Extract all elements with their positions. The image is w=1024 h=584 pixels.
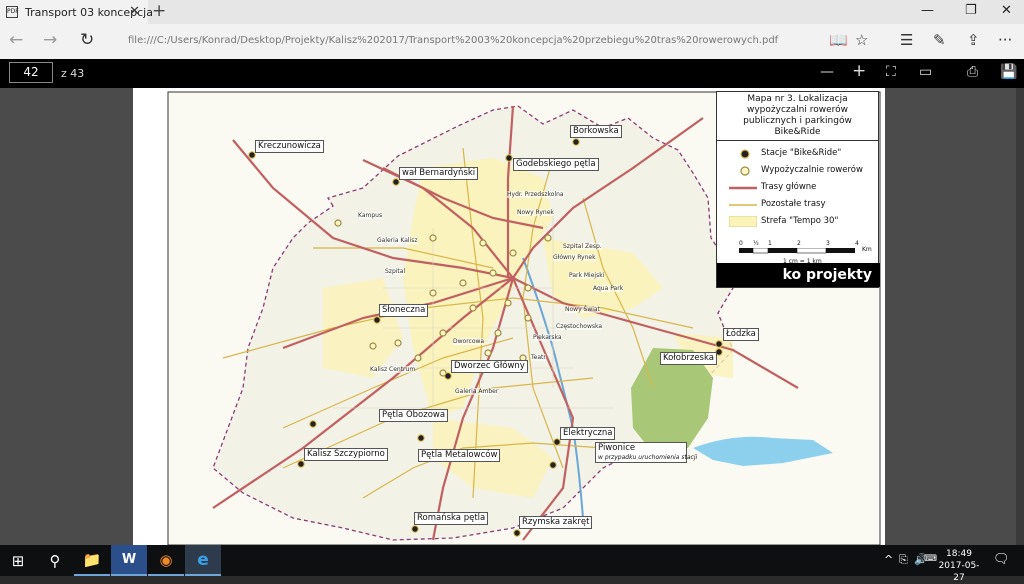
map-label-godebskiego: Godebskiego pętla [513, 158, 599, 171]
map-label-borkowska: Borkowska [570, 125, 622, 138]
map-small-label: Nowy Świat [565, 306, 600, 313]
scale-bar-graphic [739, 248, 855, 254]
hub-icon[interactable]: ☰ [900, 31, 913, 49]
minimize-button[interactable]: — [921, 3, 934, 18]
browser-tab[interactable]: PDF Transport 03 koncepcja ✕ [0, 0, 153, 24]
start-button[interactable]: ⊞ [0, 545, 36, 576]
web-note-icon[interactable]: ✎ [933, 31, 946, 49]
save-icon[interactable]: 💾 [1000, 64, 1017, 80]
tab-bar: PDF Transport 03 koncepcja ✕ + — ❐ ✕ [0, 0, 1024, 24]
clock-time: 18:49 [946, 549, 972, 559]
map-small-label: Piekarska [533, 334, 562, 341]
new-tab-button[interactable]: + [152, 1, 166, 21]
map-small-label: Park Miejski [569, 272, 605, 279]
map-label-kolobrzeska: Kołobrzeska [660, 352, 717, 365]
scale-unit: Km [862, 246, 872, 253]
map-small-label: Kampus [358, 212, 383, 219]
map-small-label: Galeria Amber [455, 388, 499, 395]
more-icon[interactable]: ··· [998, 31, 1012, 49]
firefox-icon[interactable]: ◉ [148, 545, 184, 576]
map-small-label: Nowy Rynek [517, 209, 554, 216]
scrollbar[interactable] [1016, 88, 1024, 545]
legend-item-main-routes: Trasy główne [717, 179, 878, 196]
legend-label: Wypożyczalnie rowerów [761, 165, 863, 175]
legend-item-tempo30: Strefa "Tempo 30" [717, 213, 878, 230]
legend-label: Trasy główne [761, 182, 817, 192]
restore-button[interactable]: ❐ [965, 3, 977, 18]
zoom-out-icon[interactable]: — [820, 64, 834, 80]
map-label-elektryczna: Elektryczna [560, 427, 616, 440]
piwonice-note: w przypadku uruchomienia stacji [598, 454, 698, 461]
piwonice-name: Piwonice [598, 443, 636, 453]
map-label-piwonice: Piwonice w przypadku uruchomienia stacji [595, 442, 698, 463]
taskbar: ⊞ ⚲ 📁 W ◉ e ^ ⎘ 🔊 ⌨ 18:49 2017-05-27 🗨 [0, 545, 1024, 583]
back-button[interactable]: ← [9, 30, 23, 50]
network-icon[interactable]: ⎘ [899, 553, 908, 567]
legend-item-station: Stacje "Bike&Ride" [717, 145, 878, 162]
page-layout-icon[interactable]: ▭ [919, 64, 932, 80]
map-small-label: Główny Rynek [553, 254, 596, 261]
pdf-page: Kreczunowicza Borkowska wał Bernardyński… [133, 88, 885, 545]
map-small-label: Hydr. Przedszkolna [507, 191, 564, 198]
map-small-label: Kalisz Centrum [370, 366, 416, 373]
search-icon[interactable]: ⚲ [37, 545, 73, 576]
map-label-dworzec: Dworzec Główny [451, 360, 528, 373]
brand-logo: ko projekty [717, 263, 880, 287]
forward-button[interactable]: → [43, 30, 57, 50]
main-route-symbol-icon [729, 186, 757, 190]
zoom-in-icon[interactable]: + [852, 61, 866, 81]
pdf-icon: PDF [6, 6, 19, 18]
map-small-label: Aqua Park [593, 285, 624, 292]
map-small-label: Galeria Kalisz [377, 237, 418, 244]
clock-date: 2017-05-27 [938, 561, 980, 583]
close-window-button[interactable]: ✕ [1001, 3, 1012, 18]
print-icon[interactable]: ⎙ [967, 64, 978, 80]
legend-item-other-routes: Pozostałe trasy [717, 196, 878, 213]
clock[interactable]: 18:49 2017-05-27 [936, 548, 982, 584]
map-small-label: Dworcowa [453, 338, 485, 345]
legend-title: Mapa nr 3. Lokalizacja wypożyczalni rowe… [717, 92, 878, 141]
other-route-symbol-icon [729, 204, 757, 206]
word-icon[interactable]: W [111, 545, 147, 576]
legend-label: Stacje "Bike&Ride" [761, 148, 842, 158]
favorite-icon[interactable]: ☆ [855, 31, 868, 49]
map-label-szczypiorno: Kalisz Szczypiorno [304, 448, 388, 461]
notifications-icon[interactable]: 🗨 [993, 552, 1010, 567]
map-small-label: Szpital Zesp. [563, 243, 602, 250]
rental-symbol-icon [740, 166, 750, 176]
map-label-metalowcow: Pętla Metalowców [418, 449, 501, 462]
map-small-label: Teatr [531, 354, 546, 361]
zone-symbol-icon [729, 216, 757, 227]
map-legend: Mapa nr 3. Lokalizacja wypożyczalni rowe… [716, 91, 880, 288]
map-label-rzymska: Rzymska zakręt [519, 516, 593, 529]
map-label-romanska: Romańska pętla [414, 512, 489, 525]
legend-label: Strefa "Tempo 30" [761, 216, 839, 226]
close-tab-icon[interactable]: ✕ [129, 4, 140, 19]
edge-icon[interactable]: e [185, 545, 221, 576]
page-number-input[interactable]: 42 [9, 62, 53, 83]
share-icon[interactable]: ⇪ [967, 31, 980, 49]
pdf-viewer[interactable]: Kreczunowicza Borkowska wał Bernardyński… [0, 88, 1024, 545]
map-small-label: Szpital [385, 268, 406, 275]
reading-view-icon[interactable]: 📖 [829, 31, 848, 49]
page-total: z 43 [61, 67, 85, 80]
refresh-button[interactable]: ↻ [80, 30, 94, 50]
pdf-toolbar: 42 z 43 — + ⛶ ▭ ⎙ 💾 [0, 59, 1024, 88]
map-label-sloneczna: Słoneczna [379, 304, 429, 317]
map-small-label: Częstochowska [556, 323, 603, 330]
address-bar: ← → ↻ file:///C:/Users/Konrad/Desktop/Pr… [0, 24, 1024, 59]
tray-chevron-icon[interactable]: ^ [884, 553, 893, 566]
map-label-kreczunowicza: Kreczunowicza [255, 140, 324, 153]
legend-label: Pozostałe trasy [761, 199, 826, 209]
map-label-obozowa: Pętla Obozowa [379, 409, 449, 422]
url-field[interactable]: file:///C:/Users/Konrad/Desktop/Projekty… [128, 35, 778, 46]
map-label-bernardynski: wał Bernardyński [399, 167, 479, 180]
station-symbol-icon [740, 149, 750, 159]
file-explorer-icon[interactable]: 📁 [74, 545, 110, 576]
legend-item-rental: Wypożyczalnie rowerów [717, 162, 878, 179]
map-label-lodzka: Łódzka [723, 328, 759, 341]
fit-page-icon[interactable]: ⛶ [886, 64, 896, 80]
